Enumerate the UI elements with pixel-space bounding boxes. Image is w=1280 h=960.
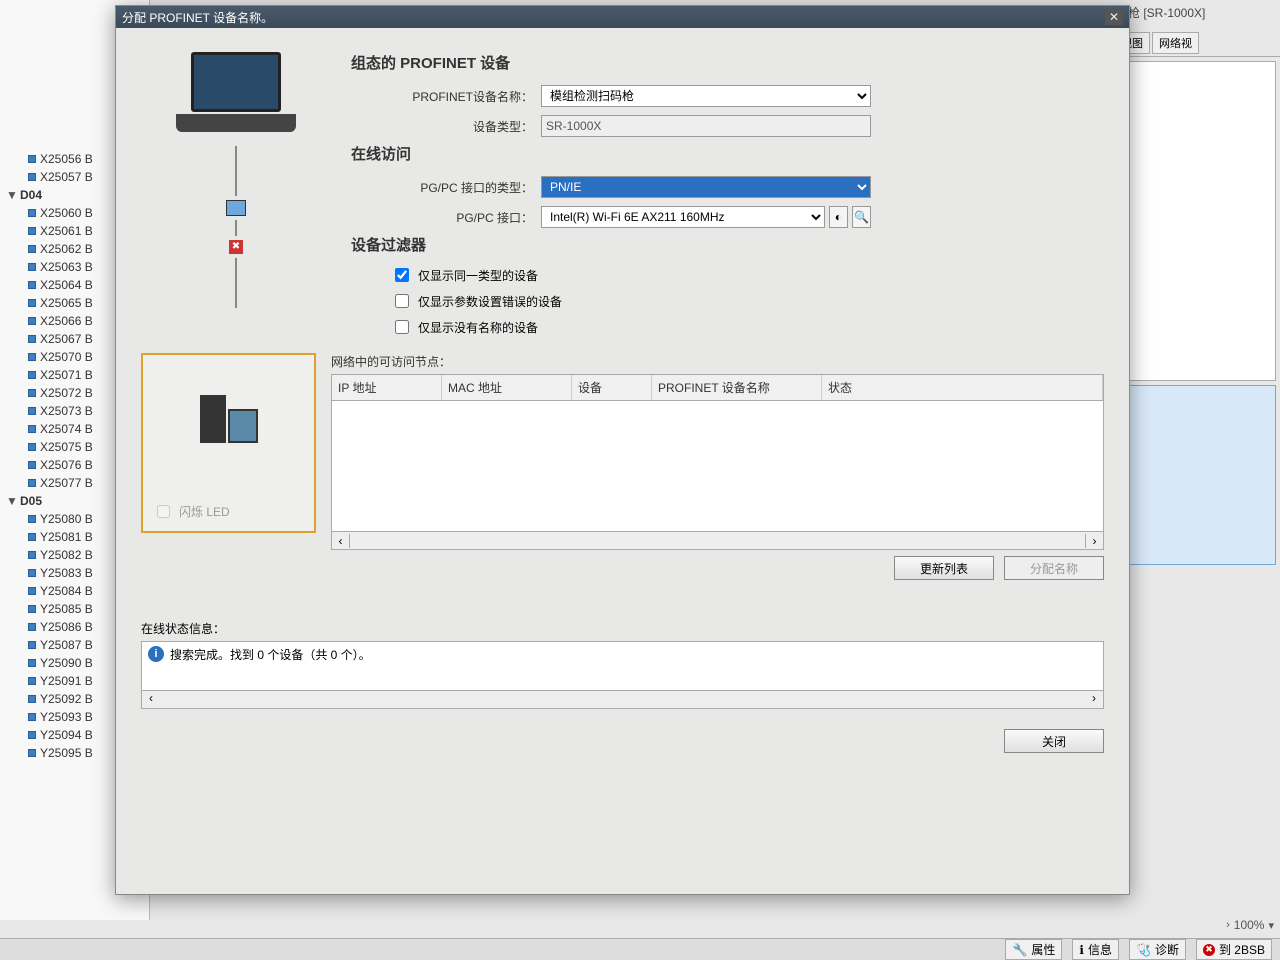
col-mac[interactable]: MAC 地址 <box>442 375 572 400</box>
interface-config-icon[interactable]: ◐ <box>829 206 848 228</box>
properties-tab[interactable]: 🔧 属性 <box>1005 939 1062 960</box>
accessible-nodes-table[interactable]: IP 地址 MAC 地址 设备 PROFINET 设备名称 状态 ‹› <box>331 374 1104 550</box>
status-hscroll[interactable]: ‹› <box>141 691 1104 709</box>
label-interface: PG/PC 接口： <box>351 209 541 226</box>
laptop-icon <box>176 52 296 142</box>
right-panel-title: 码枪 [SR-1000X] <box>1110 0 1280 30</box>
diagnostics-tab[interactable]: 🩺 诊断 <box>1129 939 1186 960</box>
col-device[interactable]: 设备 <box>572 375 652 400</box>
selected-device-preview: 闪烁 LED <box>141 353 316 533</box>
assign-name-button: 分配名称 <box>1004 556 1104 580</box>
label-device-type: 设备类型： <box>351 118 541 135</box>
info-icon: i <box>148 646 164 662</box>
right-panel: 码枪 [SR-1000X] 视图 网络视 <box>1110 0 1280 920</box>
zoom-indicator[interactable]: › 100% ▾ <box>1226 918 1274 932</box>
filter-no-name-label: 仅显示没有名称的设备 <box>418 319 538 336</box>
status-bar: 🔧 属性 ℹ 信息 🩺 诊断 ✖到 2BSB <box>0 938 1280 960</box>
section-configured-device: 组态的 PROFINET 设备 <box>351 52 1104 73</box>
online-status-label: 在线状态信息： <box>141 620 1104 637</box>
accessible-nodes-label: 网络中的可访问节点： <box>331 353 1104 370</box>
right-tab-1[interactable]: 网络视 <box>1152 32 1199 54</box>
label-interface-type: PG/PC 接口的类型： <box>351 179 541 196</box>
flash-led-checkbox <box>157 505 170 518</box>
network-node-icon <box>226 200 246 216</box>
error-indicator[interactable]: ✖到 2BSB <box>1196 939 1272 960</box>
label-device-name: PROFINET设备名称： <box>351 88 541 105</box>
info-tab[interactable]: ℹ 信息 <box>1072 939 1119 960</box>
section-online-access: 在线访问 <box>351 143 1104 164</box>
interface-search-icon[interactable]: 🔍 <box>852 206 871 228</box>
interface-select[interactable]: Intel(R) Wi-Fi 6E AX211 160MHz <box>541 206 825 228</box>
table-hscroll[interactable]: ‹› <box>332 531 1103 549</box>
filter-no-name-checkbox[interactable] <box>395 320 409 334</box>
dialog-title-text: 分配 PROFINET 设备名称。 <box>122 9 273 26</box>
section-device-filter: 设备过滤器 <box>351 234 1104 255</box>
filter-param-error-label: 仅显示参数设置错误的设备 <box>418 293 562 310</box>
filter-param-error-checkbox[interactable] <box>395 294 409 308</box>
refresh-list-button[interactable]: 更新列表 <box>894 556 994 580</box>
col-status[interactable]: 状态 <box>822 375 1103 400</box>
close-icon[interactable]: ✕ <box>1105 9 1123 25</box>
status-message: 搜索完成。找到 0 个设备（共 0 个）。 <box>170 646 371 663</box>
assign-profinet-name-dialog: 分配 PROFINET 设备名称。 ✕ ✖ 组态的 PROFINET 设备 <box>115 5 1130 895</box>
interface-type-select[interactable]: PN/IE <box>541 176 871 198</box>
col-ip[interactable]: IP 地址 <box>332 375 442 400</box>
filter-same-type-checkbox[interactable] <box>395 268 409 282</box>
error-icon: ✖ <box>229 240 243 254</box>
online-status-box: i 搜索完成。找到 0 个设备（共 0 个）。 <box>141 641 1104 691</box>
col-profinet-name[interactable]: PROFINET 设备名称 <box>652 375 822 400</box>
device-type-field <box>541 115 871 137</box>
close-button[interactable]: 关闭 <box>1004 729 1104 753</box>
flash-led-label: 闪烁 LED <box>179 503 230 520</box>
dialog-titlebar[interactable]: 分配 PROFINET 设备名称。 ✕ <box>116 6 1129 28</box>
plc-icon <box>200 395 258 443</box>
filter-same-type-label: 仅显示同一类型的设备 <box>418 267 538 284</box>
table-body-empty <box>332 401 1103 531</box>
device-name-select[interactable]: 模组检测扫码枪 <box>541 85 871 107</box>
